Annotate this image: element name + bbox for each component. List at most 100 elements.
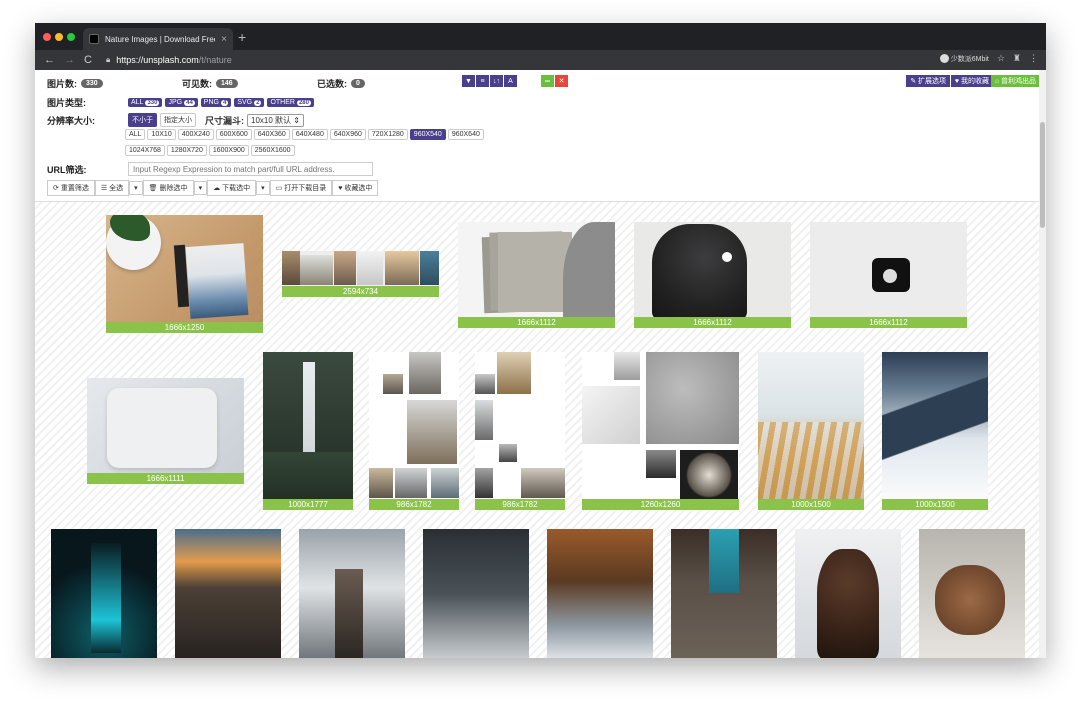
- list-icon: ☰: [100, 185, 108, 192]
- image-tile[interactable]: 1666x1112: [458, 222, 615, 328]
- view-toggle-group: ▼ ≡ ↓↑ A: [462, 75, 517, 87]
- size-buttons-row-2: 1024X768 1280X720 1600X900 2560X1600: [125, 145, 295, 156]
- image-tile[interactable]: [51, 529, 157, 658]
- type-svg-button[interactable]: SVG 2: [234, 98, 265, 107]
- unsplash-favicon-icon: [89, 34, 99, 44]
- image-tile[interactable]: [423, 529, 529, 658]
- refresh-icon: ⟳: [53, 185, 59, 192]
- image-dimension-label: 1260x1260: [582, 499, 739, 510]
- extension-app-icon[interactable]: ♜: [1013, 53, 1021, 64]
- image-tile[interactable]: 2594x734: [282, 251, 439, 297]
- open-download-dir-button[interactable]: ▭ 打开下载目录: [269, 180, 333, 196]
- sort-icon[interactable]: ↓↑: [490, 75, 503, 87]
- tab-title: Nature Images | Download Free: [105, 34, 216, 44]
- image-tile[interactable]: [299, 529, 405, 658]
- menu-dots-icon[interactable]: ⋮: [1029, 53, 1038, 64]
- tab-bar: Nature Images | Download Free × +: [35, 23, 1046, 50]
- size-button-400x240[interactable]: 400X240: [177, 129, 214, 140]
- forward-icon[interactable]: →: [64, 54, 75, 66]
- browser-tab[interactable]: Nature Images | Download Free ×: [83, 28, 233, 50]
- image-tile[interactable]: [919, 529, 1025, 658]
- image-tile[interactable]: 1000x1500: [882, 352, 988, 510]
- url-filter-row: URL筛选:: [47, 162, 373, 176]
- image-tile[interactable]: [547, 529, 653, 658]
- size-button-1280x720[interactable]: 1280X720: [166, 145, 207, 156]
- image-dimension-label: 1666x1112: [458, 317, 615, 328]
- size-button-1600x900[interactable]: 1600X900: [208, 145, 249, 156]
- tab-close-icon[interactable]: ×: [221, 34, 227, 45]
- image-dimension-label: 1000x1500: [882, 499, 988, 510]
- type-other-button[interactable]: OTHER 280: [267, 98, 314, 107]
- size-button-960x540[interactable]: 960X540: [409, 129, 446, 140]
- image-tile[interactable]: 986x1782: [475, 352, 565, 510]
- size-button-640x960[interactable]: 640X960: [329, 129, 366, 140]
- size-button-600x600[interactable]: 600X600: [215, 129, 252, 140]
- image-tile[interactable]: 1666x1111: [87, 378, 244, 484]
- address-bar: ← → C 🔒︎ https://unsplash.com/t/nature 少…: [35, 50, 1046, 70]
- extension-icon: [939, 54, 949, 63]
- url-field[interactable]: https://unsplash.com/t/nature: [116, 55, 232, 65]
- type-jpg-button[interactable]: JPG 44: [165, 98, 198, 107]
- type-filter-label: 图片类型:: [47, 98, 86, 108]
- products-button[interactable]: ⌂ 曾利鸿出品: [990, 75, 1040, 87]
- funnel-select[interactable]: 10x10 默认 ⇕: [247, 113, 304, 127]
- size-button-640x360[interactable]: 640X360: [253, 129, 290, 140]
- image-dimension-label: 1666x1112: [810, 317, 967, 328]
- size-button-10x10[interactable]: 10X10: [147, 129, 176, 140]
- image-tile[interactable]: 1666x1250: [106, 215, 263, 333]
- close-window-button[interactable]: [43, 33, 51, 41]
- download-dropdown-button[interactable]: ▾: [256, 181, 270, 195]
- res-mode-exact-button[interactable]: 指定大小: [160, 113, 196, 127]
- type-png-button[interactable]: PNG 4: [200, 98, 232, 107]
- size-button-1024x768[interactable]: 1024X768: [125, 145, 165, 156]
- list-icon[interactable]: ≡: [476, 75, 489, 87]
- close-panel-icon[interactable]: ✕: [555, 75, 568, 87]
- bookmark-star-icon[interactable]: ☆: [997, 53, 1005, 64]
- new-tab-button[interactable]: +: [238, 29, 246, 45]
- my-favorites-button[interactable]: ♥ 我的收藏: [950, 75, 993, 87]
- size-button-640x480[interactable]: 640X480: [291, 129, 328, 140]
- layout-icon[interactable]: ═: [541, 75, 554, 87]
- image-tile[interactable]: 1260x1260: [582, 352, 739, 510]
- filter-icon[interactable]: ▼: [462, 75, 475, 87]
- size-button-720x1280[interactable]: 720X1280: [367, 129, 408, 140]
- download-selected-button[interactable]: ☁ 下载选中: [207, 180, 257, 196]
- minimize-window-button[interactable]: [55, 33, 63, 41]
- select-all-button[interactable]: ☰ 全选: [94, 180, 130, 196]
- image-tile[interactable]: 1000x1500: [758, 352, 864, 510]
- scrollbar-thumb[interactable]: [1040, 122, 1045, 228]
- image-extractor-panel: 图片数: 330 可见数: 146 已选数: 0 ▼ ≡ ↓↑ A ═ ✕ ✎ 扩展选…: [35, 70, 1046, 202]
- scrollbar[interactable]: [1039, 70, 1046, 658]
- lock-icon: 🔒︎: [105, 55, 111, 64]
- image-tile[interactable]: 1666x1112: [634, 222, 791, 328]
- image-tile[interactable]: 1666x1112: [810, 222, 967, 328]
- size-button-960x640[interactable]: 960X640: [447, 129, 484, 140]
- delete-selected-button[interactable]: 🗑︎ 删除选中: [142, 180, 194, 196]
- delete-dropdown-button[interactable]: ▾: [193, 181, 208, 195]
- image-tile[interactable]: [175, 529, 281, 658]
- image-dimension-label: 986x1782: [369, 499, 459, 510]
- res-mode-min-button[interactable]: 不小于: [128, 113, 157, 127]
- back-icon[interactable]: ←: [44, 54, 55, 66]
- image-tile[interactable]: [671, 529, 777, 658]
- select-dropdown-button[interactable]: ▾: [129, 181, 143, 195]
- extension-chip[interactable]: 少数派6Mbit: [939, 54, 989, 64]
- action-row: ⟳ 重置筛选 ☰ 全选 ▾ 🗑︎ 删除选中 ▾ ☁ 下载选中 ▾ ▭ 打开下载目录 ♥ 收藏…: [47, 180, 379, 196]
- image-gallery: 1666x1250 2594x734 1666x1112 1666x1112 1…: [35, 202, 1039, 658]
- reload-icon[interactable]: C: [84, 54, 92, 66]
- image-dimension-label: 1000x1500: [758, 499, 864, 510]
- maximize-window-button[interactable]: [67, 33, 75, 41]
- type-all-button[interactable]: ALL 330: [128, 98, 163, 107]
- collect-selected-button[interactable]: ♥ 收藏选中: [332, 180, 379, 196]
- image-tile[interactable]: [795, 529, 901, 658]
- extension-options-button[interactable]: ✎ 扩展选项: [906, 75, 950, 87]
- size-button-all[interactable]: ALL: [125, 129, 146, 140]
- url-filter-input[interactable]: [128, 162, 373, 176]
- image-tile[interactable]: 986x1782: [369, 352, 459, 510]
- reset-filter-button[interactable]: ⟳ 重置筛选: [47, 180, 95, 196]
- size-button-2560x1600[interactable]: 2560X1600: [250, 145, 295, 156]
- folder-icon: ▭: [275, 185, 283, 192]
- image-tile[interactable]: 1000x1777: [263, 352, 353, 510]
- funnel-label: 尺寸漏斗:: [205, 115, 244, 126]
- font-size-icon[interactable]: A: [504, 75, 517, 87]
